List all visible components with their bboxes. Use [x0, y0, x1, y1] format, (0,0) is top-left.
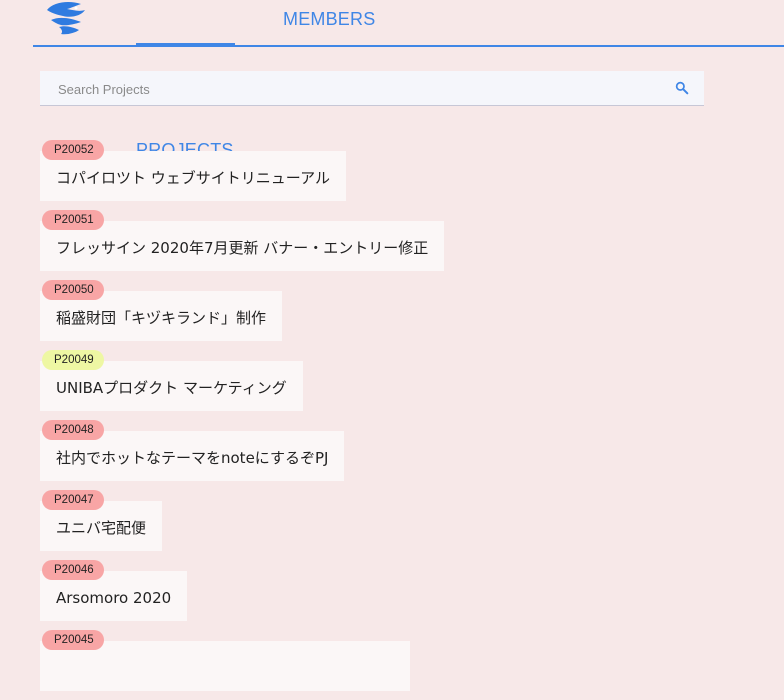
project-id-badge: P20047	[42, 490, 104, 510]
fish-logo-icon[interactable]	[41, 0, 89, 40]
project-id-badge: P20048	[42, 420, 104, 440]
project-id-badge: P20046	[42, 560, 104, 580]
app-header: PROJECTS MEMBERS	[33, 0, 784, 160]
project-title: ユニバ宅配便	[56, 519, 147, 537]
project-id-badge: P20045	[42, 630, 104, 650]
tab-members[interactable]: MEMBERS	[283, 9, 375, 30]
search-icon[interactable]	[674, 80, 690, 96]
active-tab-indicator	[136, 43, 235, 47]
list-item: P20045	[40, 630, 780, 700]
list-item: P20049 UNIBAプロダクト マーケティング	[40, 350, 780, 420]
project-title: Arsomoro 2020	[56, 588, 172, 607]
project-card[interactable]: フレッサイン 2020年7月更新 バナー・エントリー修正	[40, 221, 445, 271]
list-item: P20051 フレッサイン 2020年7月更新 バナー・エントリー修正	[40, 210, 780, 280]
project-id-badge: P20050	[42, 280, 104, 300]
search-input[interactable]	[56, 71, 660, 107]
project-title: 社内でホットなテーマをnoteにするぞPJ	[56, 449, 329, 467]
project-id-badge: P20052	[42, 140, 104, 160]
list-item: P20052 コパイロツト ウェブサイトリニューアル	[40, 140, 780, 210]
project-id-badge: P20049	[42, 350, 104, 370]
project-title: UNIBAプロダクト マーケティング	[56, 379, 287, 397]
project-title: コパイロツト ウェブサイトリニューアル	[56, 169, 331, 187]
list-item: P20046 Arsomoro 2020	[40, 560, 780, 630]
list-item: P20048 社内でホットなテーマをnoteにするぞPJ	[40, 420, 780, 490]
search-bar	[40, 71, 704, 107]
list-item: P20050 稲盛財団「キヅキランド」制作	[40, 280, 780, 350]
project-id-badge: P20051	[42, 210, 104, 230]
project-title: 稲盛財団「キヅキランド」制作	[56, 309, 267, 327]
project-list: P20052 コパイロツト ウェブサイトリニューアル P20051 フレッサイン…	[40, 140, 780, 700]
list-item: P20047 ユニバ宅配便	[40, 490, 780, 560]
project-title: フレッサイン 2020年7月更新 バナー・エントリー修正	[56, 239, 429, 257]
